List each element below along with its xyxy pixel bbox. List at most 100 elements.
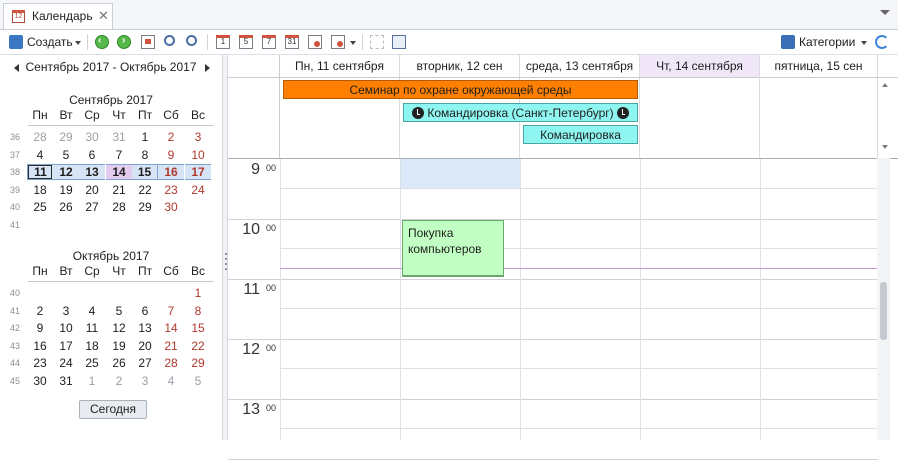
time-slot[interactable] — [401, 429, 520, 458]
mini-calendar-day[interactable]: 6 — [132, 303, 158, 319]
time-slot[interactable] — [641, 369, 760, 398]
mini-calendar-day[interactable]: 29 — [53, 129, 79, 145]
mini-calendar-day[interactable]: 24 — [185, 182, 211, 198]
mini-calendar-day[interactable]: 28 — [27, 129, 53, 145]
time-slot[interactable] — [641, 309, 760, 338]
mini-calendar-day[interactable]: 25 — [27, 199, 53, 215]
all-day-scroll-down-icon[interactable] — [882, 145, 888, 149]
time-slot[interactable] — [281, 219, 400, 248]
mini-calendar-day[interactable]: 22 — [185, 338, 211, 354]
mini-calendar-day[interactable]: 7 — [158, 303, 184, 319]
time-slot[interactable] — [281, 429, 400, 458]
mini-calendar-day[interactable]: 26 — [106, 355, 132, 371]
mini-calendar-day[interactable]: 20 — [79, 182, 105, 198]
time-slot[interactable] — [761, 429, 878, 458]
forward-arrow-icon[interactable]: › — [117, 35, 131, 49]
mini-calendar-day[interactable]: 12 — [53, 164, 79, 180]
selected-time-cell[interactable] — [401, 159, 520, 188]
print-preview-icon[interactable] — [370, 35, 384, 49]
time-slot[interactable] — [521, 249, 640, 278]
mini-calendar-day[interactable]: 30 — [79, 129, 105, 145]
mini-calendar-day[interactable]: 1 — [132, 129, 158, 145]
all-day-event[interactable]: Семинар по охране окружающей среды — [283, 80, 638, 99]
time-slot[interactable] — [401, 189, 520, 218]
day-header[interactable]: среда, 13 сентября — [520, 55, 640, 78]
time-slot[interactable] — [521, 219, 640, 248]
mini-calendar-day[interactable]: 11 — [27, 164, 53, 180]
mini-calendar-day[interactable]: 28 — [106, 199, 132, 215]
all-day-event[interactable]: Командировка — [523, 125, 638, 144]
time-slot[interactable] — [401, 369, 520, 398]
time-slot[interactable] — [761, 369, 878, 398]
week-view-icon[interactable]: 7 — [262, 35, 276, 49]
mini-calendar-day[interactable]: 22 — [132, 182, 158, 198]
time-slot[interactable] — [281, 369, 400, 398]
close-icon[interactable]: ✕ — [98, 8, 109, 24]
mini-calendar-day[interactable]: 31 — [53, 373, 79, 389]
mini-calendar-day[interactable]: 23 — [158, 182, 184, 198]
mini-calendar-day[interactable]: 15 — [132, 164, 158, 180]
mini-calendar-day[interactable]: 28 — [158, 355, 184, 371]
mini-calendar-day[interactable]: 9 — [27, 320, 53, 336]
mini-calendar-day[interactable]: 5 — [106, 303, 132, 319]
all-day-scroll-up-icon[interactable] — [882, 83, 888, 87]
time-slot[interactable] — [281, 399, 400, 428]
mini-calendar-day[interactable]: 4 — [158, 373, 184, 389]
mini-calendar-day[interactable]: 13 — [79, 164, 105, 180]
mini-calendar-day[interactable]: 1 — [185, 285, 211, 301]
time-slot[interactable] — [761, 189, 878, 218]
mini-calendar-day[interactable]: 6 — [79, 147, 105, 163]
day-view-icon[interactable]: 1 — [216, 35, 230, 49]
mini-calendar-day[interactable]: 17 — [185, 164, 211, 180]
day-header[interactable]: пятница, 15 сен — [760, 55, 878, 78]
group-by-icon[interactable] — [331, 35, 345, 49]
time-slot[interactable] — [761, 279, 878, 308]
new-item-icon[interactable] — [9, 35, 23, 49]
time-slot[interactable] — [761, 219, 878, 248]
time-slot[interactable] — [521, 429, 640, 458]
mini-calendar-day[interactable]: 17 — [53, 338, 79, 354]
time-slot[interactable] — [761, 159, 878, 188]
mini-calendar-day[interactable]: 23 — [27, 355, 53, 371]
mini-calendar-day[interactable]: 21 — [158, 338, 184, 354]
time-slot[interactable] — [521, 399, 640, 428]
appointment[interactable]: Покупка компьютеров — [402, 220, 504, 276]
all-day-event[interactable]: Командировка (Санкт-Петербург) — [403, 103, 638, 122]
zoom-out-icon[interactable] — [186, 35, 197, 46]
time-slot[interactable] — [641, 429, 760, 458]
time-slot[interactable] — [401, 399, 520, 428]
mini-calendar-day[interactable]: 27 — [79, 199, 105, 215]
categories-button[interactable]: Категории — [799, 35, 855, 49]
mini-calendar-day[interactable]: 19 — [53, 182, 79, 198]
all-day-cell[interactable] — [640, 78, 760, 158]
mini-calendar-day[interactable]: 11 — [79, 320, 105, 336]
mini-calendar-day[interactable]: 18 — [79, 338, 105, 354]
go-to-today-icon[interactable] — [141, 35, 155, 49]
time-slot[interactable] — [641, 159, 760, 188]
next-month-icon[interactable] — [205, 64, 210, 72]
mini-calendar-day[interactable]: 14 — [106, 164, 132, 180]
timeline-view-icon[interactable] — [308, 35, 322, 49]
refresh-icon[interactable] — [875, 35, 889, 49]
work-week-view-icon[interactable]: 5 — [239, 35, 253, 49]
mini-calendar-day[interactable]: 21 — [106, 182, 132, 198]
time-slot[interactable] — [641, 339, 760, 368]
mini-calendar-day[interactable]: 2 — [158, 129, 184, 145]
mini-calendar-day[interactable]: 10 — [53, 320, 79, 336]
time-slot[interactable] — [641, 279, 760, 308]
categories-icon[interactable] — [781, 35, 795, 49]
scrollbar-thumb[interactable] — [880, 282, 887, 340]
day-header-today[interactable]: Чт, 14 сентября — [640, 55, 760, 78]
mini-calendar-day[interactable]: 1 — [79, 373, 105, 389]
today-button[interactable]: Сегодня — [79, 400, 147, 419]
time-slot[interactable] — [521, 189, 640, 218]
time-slot[interactable] — [761, 339, 878, 368]
time-slot[interactable] — [521, 159, 640, 188]
mini-calendar-day[interactable]: 8 — [132, 147, 158, 163]
mini-calendar-day[interactable]: 27 — [132, 355, 158, 371]
tab-calendar[interactable]: 12 Календарь ✕ — [3, 3, 113, 29]
mini-calendar-day[interactable]: 4 — [79, 303, 105, 319]
mini-calendar-day[interactable]: 8 — [185, 303, 211, 319]
mini-calendar-day[interactable]: 2 — [106, 373, 132, 389]
mini-calendar-day[interactable]: 14 — [158, 320, 184, 336]
